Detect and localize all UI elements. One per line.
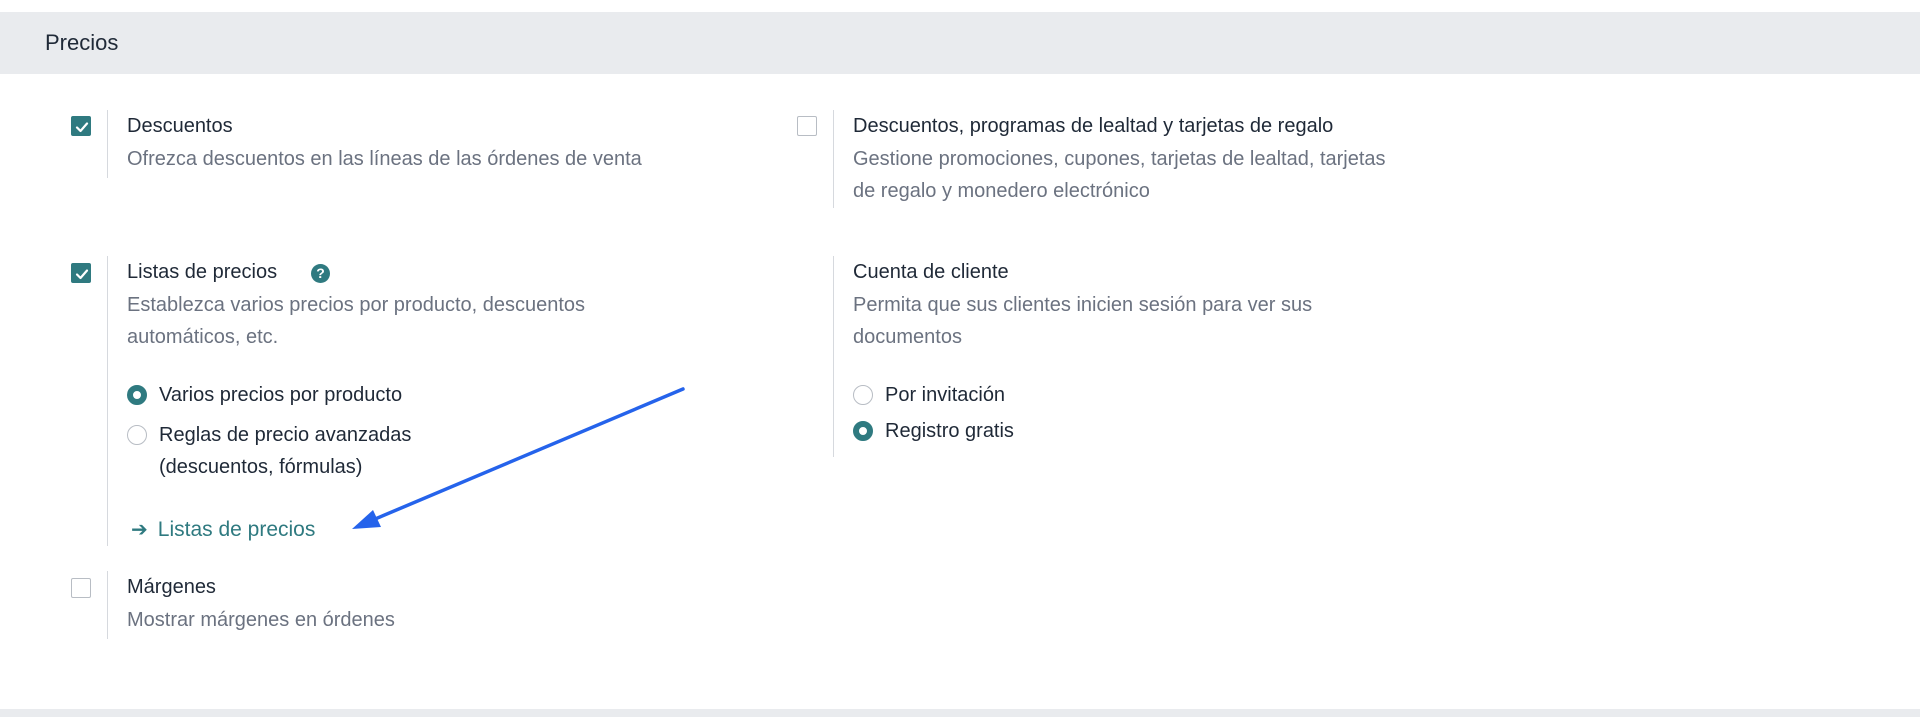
margins-description: Mostrar márgenes en órdenes: [127, 609, 395, 631]
radio-advanced-rules-label-line2[interactable]: (descuentos, fórmulas): [159, 451, 362, 483]
pricelists-checkbox[interactable]: [71, 263, 91, 283]
customer-account-title: Cuenta de cliente: [853, 261, 1009, 283]
check-icon: [75, 122, 89, 133]
radio-by-invitation[interactable]: [853, 385, 873, 405]
section-header: [0, 12, 1920, 74]
margins-checkbox[interactable]: [71, 578, 91, 598]
pricelists-link[interactable]: ➔ Listas de precios: [131, 517, 315, 542]
customer-account-description-line2: documentos: [853, 326, 962, 348]
loyalty-divider: [833, 110, 834, 208]
radio-free-signup[interactable]: [853, 421, 873, 441]
customer-account-divider: [833, 256, 834, 457]
pricelists-title: Listas de precios: [127, 261, 278, 283]
arrow-right-icon: ➔: [131, 519, 148, 541]
section-title: Precios: [45, 30, 119, 55]
margins-divider: [107, 571, 108, 639]
pricelists-divider: [107, 256, 108, 546]
loyalty-title: Descuentos, programas de lealtad y tarje…: [853, 115, 1334, 137]
discounts-divider: [107, 110, 108, 178]
pricelists-link-label: Listas de precios: [157, 518, 316, 541]
discounts-title: Descuentos: [127, 115, 233, 137]
pricelists-description-line2: automáticos, etc.: [127, 326, 279, 348]
settings-page: Precios Descuentos Ofrezca descuentos en…: [0, 0, 1920, 717]
loyalty-checkbox[interactable]: [797, 116, 817, 136]
radio-advanced-rules-label-line1[interactable]: Reglas de precio avanzadas: [159, 419, 411, 451]
section-bottom-divider: [0, 709, 1920, 717]
check-icon: [75, 269, 89, 280]
pricelists-description-line1: Establezca varios precios por producto, …: [127, 294, 586, 316]
loyalty-description-line2: de regalo y monedero electrónico: [853, 180, 1150, 202]
margins-title: Márgenes: [127, 576, 216, 598]
radio-multiple-prices[interactable]: [127, 385, 147, 405]
radio-by-invitation-label[interactable]: Por invitación: [885, 379, 1005, 411]
radio-multiple-prices-label[interactable]: Varios precios por producto: [159, 379, 402, 411]
discounts-description: Ofrezca descuentos en las líneas de las …: [127, 148, 642, 170]
radio-advanced-rules[interactable]: [127, 425, 147, 445]
customer-account-description-line1: Permita que sus clientes inicien sesión …: [853, 294, 1313, 316]
radio-free-signup-label[interactable]: Registro gratis: [885, 415, 1014, 447]
question-circle-icon[interactable]: ?: [311, 264, 330, 283]
loyalty-description-line1: Gestione promociones, cupones, tarjetas …: [853, 148, 1386, 170]
discounts-checkbox[interactable]: [71, 116, 91, 136]
